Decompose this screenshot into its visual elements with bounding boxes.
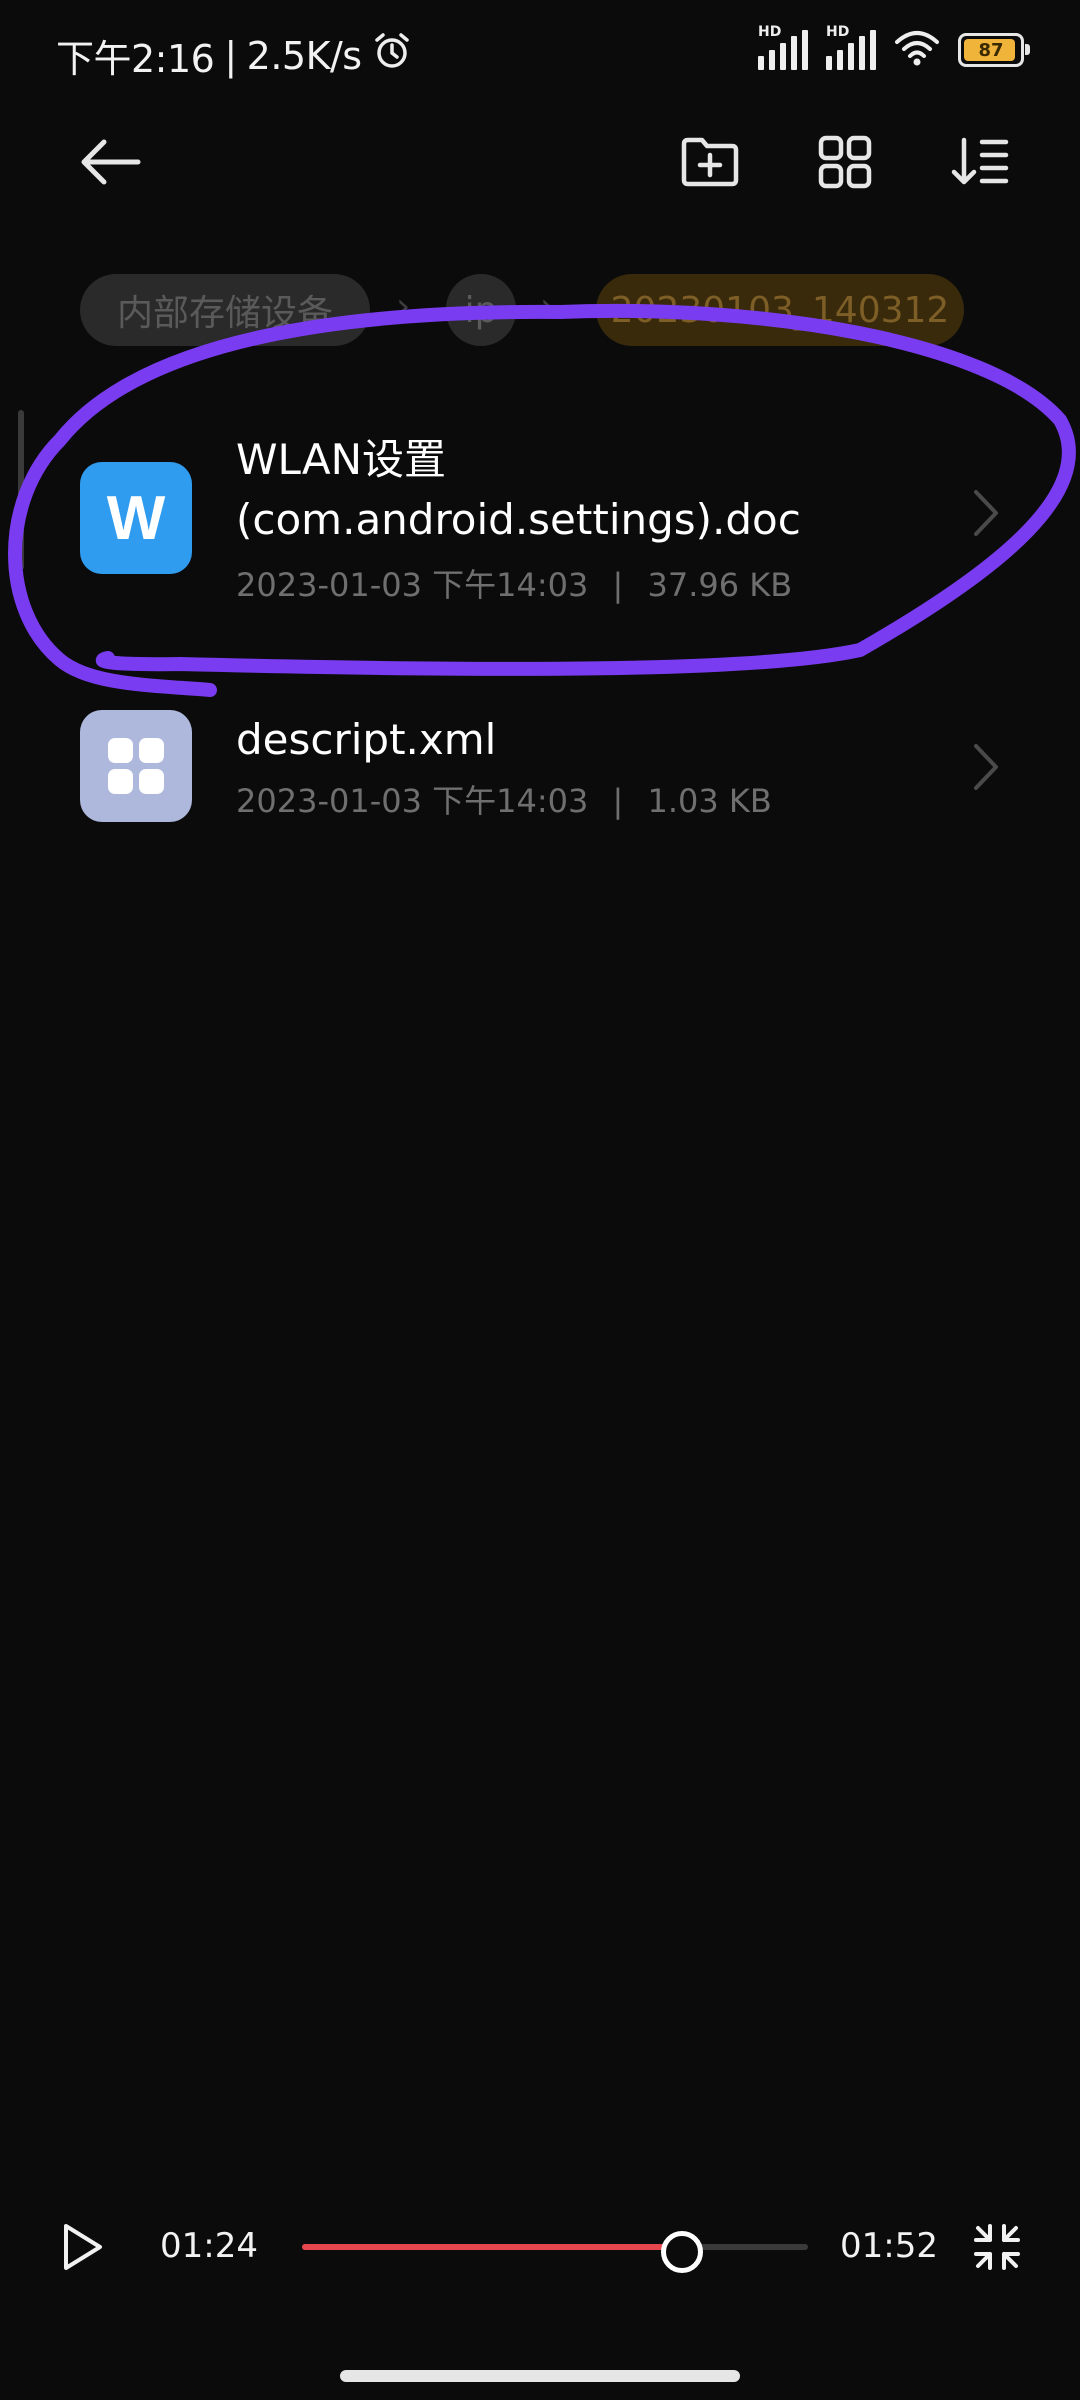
new-folder-icon — [681, 137, 739, 187]
alarm-icon — [372, 31, 412, 80]
status-bar-right: HD HD 87 — [758, 24, 1030, 70]
home-indicator[interactable] — [340, 2370, 740, 2382]
wifi-icon — [894, 30, 940, 70]
status-separator: | — [224, 33, 237, 78]
sort-button[interactable] — [940, 122, 1020, 202]
app-grid-icon — [80, 710, 192, 822]
collapse-button[interactable] — [972, 2222, 1026, 2276]
status-bar-left: 下午2:16 | 2.5K/s — [56, 28, 412, 83]
back-button[interactable] — [70, 122, 150, 202]
new-folder-button[interactable] — [670, 122, 750, 202]
play-button[interactable] — [60, 2222, 110, 2272]
net-speed: 2.5K/s — [246, 33, 362, 78]
annotation-circle — [8, 303, 1076, 697]
chevron-right-icon — [972, 742, 1000, 803]
seek-bar-played — [302, 2244, 682, 2250]
grid-view-button[interactable] — [805, 122, 885, 202]
file-meta: 2023-01-03 下午14:03 | 1.03 KB — [236, 782, 772, 820]
grid-view-icon — [818, 135, 872, 189]
sort-icon — [951, 137, 1009, 185]
status-time: 下午2:16 — [56, 37, 215, 81]
seek-thumb[interactable] — [660, 2231, 703, 2273]
back-arrow-icon — [81, 139, 141, 185]
elapsed-time: 01:24 — [160, 2226, 258, 2266]
seek-bar[interactable] — [302, 2244, 808, 2250]
collapse-icon — [974, 2224, 1020, 2270]
battery-level: 87 — [978, 39, 1004, 61]
play-icon — [64, 2224, 102, 2270]
signal-icon: HD — [826, 24, 876, 70]
signal-icon: HD — [758, 24, 808, 70]
battery-icon: 87 — [958, 33, 1030, 67]
duration-time: 01:52 — [840, 2226, 938, 2266]
